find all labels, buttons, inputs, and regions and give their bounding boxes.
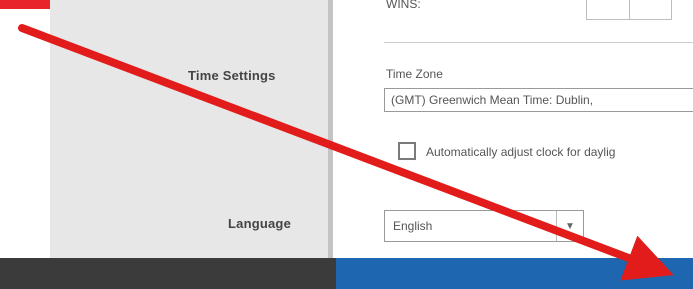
timezone-value: (GMT) Greenwich Mean Time: Dublin, <box>391 93 594 107</box>
section-divider <box>384 42 693 43</box>
left-gutter <box>0 0 50 258</box>
timezone-select[interactable]: (GMT) Greenwich Mean Time: Dublin, <box>384 88 693 112</box>
wins-input[interactable] <box>586 0 672 20</box>
dst-checkbox[interactable] <box>398 142 416 160</box>
wins-label: WINS: <box>386 0 421 11</box>
chevron-down-icon[interactable]: ▼ <box>556 211 583 241</box>
footer-dark-bar <box>0 258 336 289</box>
footer-blue-bar <box>336 258 693 289</box>
time-settings-label: Time Settings <box>188 68 276 83</box>
dst-checkbox-label: Automatically adjust clock for daylig <box>426 145 616 159</box>
language-select[interactable]: English ▼ <box>384 210 584 242</box>
timezone-label: Time Zone <box>386 67 443 81</box>
language-value: English <box>393 219 433 233</box>
language-label: Language <box>228 216 291 231</box>
